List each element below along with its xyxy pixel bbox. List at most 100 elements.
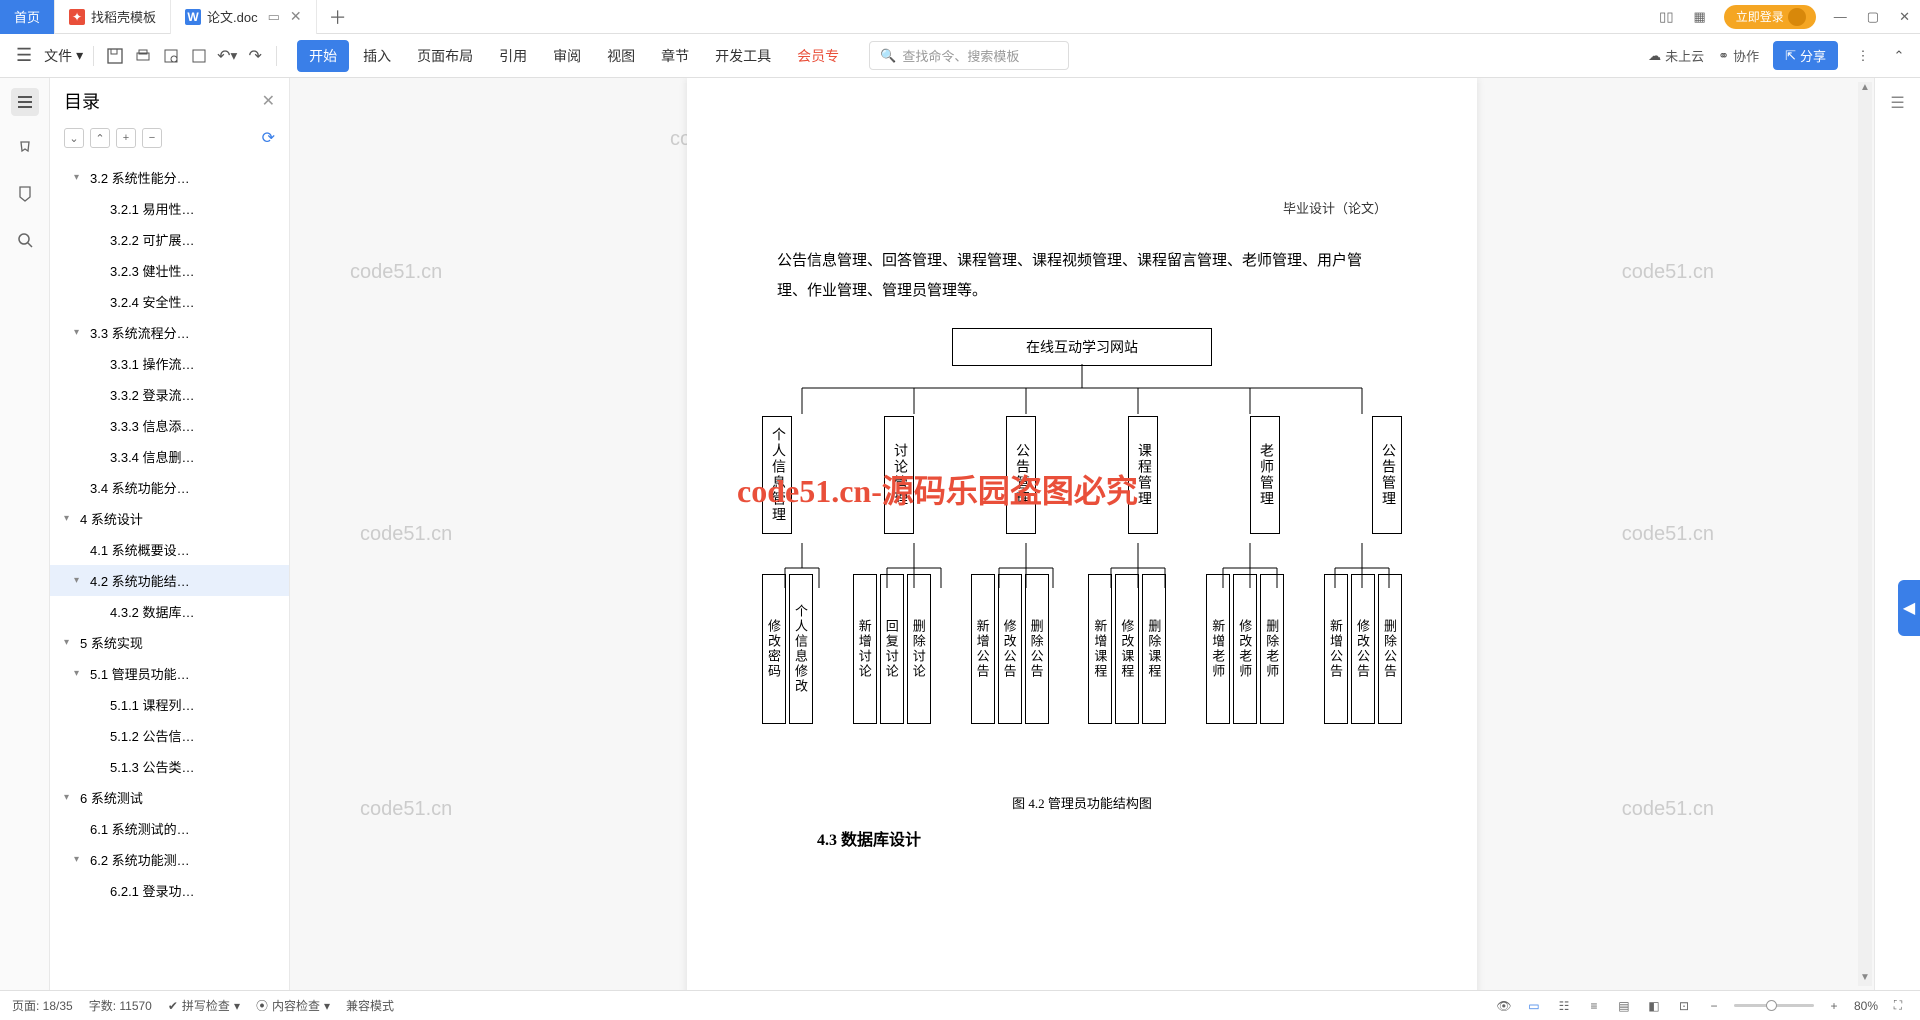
scroll-up-icon[interactable]: ▲ bbox=[1858, 82, 1872, 96]
tab-chapter[interactable]: 章节 bbox=[649, 40, 701, 72]
tree-item[interactable]: 3.2.3 健壮性… bbox=[50, 255, 289, 286]
outline-view-icon[interactable]: ≡ bbox=[1584, 996, 1604, 1016]
tab-insert[interactable]: 插入 bbox=[351, 40, 403, 72]
print-layout-icon[interactable]: ▭ bbox=[1524, 996, 1544, 1016]
page-indicator[interactable]: 页面: 18/35 bbox=[12, 997, 73, 1014]
tree-item[interactable]: 3.2.2 可扩展… bbox=[50, 224, 289, 255]
minimize-button[interactable]: — bbox=[1824, 0, 1857, 34]
fullscreen-icon[interactable]: ⛶ bbox=[1888, 996, 1908, 1016]
maximize-button[interactable]: ▢ bbox=[1857, 0, 1889, 34]
spellcheck-button[interactable]: ✔拼写检查 ▾ bbox=[168, 997, 240, 1014]
save-icon[interactable] bbox=[104, 45, 126, 67]
tab-member[interactable]: 会员专 bbox=[785, 40, 851, 72]
zoom-slider[interactable] bbox=[1734, 1004, 1814, 1007]
preview-icon[interactable] bbox=[160, 45, 182, 67]
tree-item[interactable]: ▾5.1 管理员功能… bbox=[50, 658, 289, 689]
web-layout-icon[interactable]: ☷ bbox=[1554, 996, 1574, 1016]
read-mode-icon[interactable]: 👁 bbox=[1494, 996, 1514, 1016]
login-button[interactable]: 立即登录 bbox=[1724, 5, 1816, 29]
tab-start[interactable]: 开始 bbox=[297, 40, 349, 72]
share-button[interactable]: ⇱分享 bbox=[1773, 41, 1838, 70]
more-icon[interactable]: ⋮ bbox=[1852, 45, 1874, 67]
right-panel-toggle-icon[interactable]: ☰ bbox=[1883, 88, 1913, 118]
tab-review[interactable]: 审阅 bbox=[541, 40, 593, 72]
close-button[interactable]: ✕ bbox=[1889, 0, 1920, 34]
tab-close-icon[interactable]: ✕ bbox=[290, 8, 302, 25]
tree-item[interactable]: ▾4 系统设计 bbox=[50, 503, 289, 534]
undo-icon[interactable]: ↶ ▾ bbox=[216, 45, 238, 67]
tree-item-label: 5.1 管理员功能… bbox=[90, 664, 190, 683]
apps-icon[interactable]: ▦ bbox=[1683, 0, 1715, 34]
tab-reference[interactable]: 引用 bbox=[487, 40, 539, 72]
tree-item[interactable]: 3.3.2 登录流… bbox=[50, 379, 289, 410]
tree-item[interactable]: 6.1 系统测试的… bbox=[50, 813, 289, 844]
tree-item[interactable]: ▾4.2 系统功能结… bbox=[50, 565, 289, 596]
collab-button[interactable]: ⚭协作 bbox=[1718, 46, 1759, 65]
reading-view-icon[interactable]: ◧ bbox=[1644, 996, 1664, 1016]
outline-collapse-down[interactable]: ⌄ bbox=[64, 128, 84, 148]
tree-item[interactable]: 5.1.3 公告类… bbox=[50, 751, 289, 782]
command-search[interactable]: 🔍 查找命令、搜索模板 bbox=[869, 41, 1069, 70]
zoom-fit-icon[interactable]: ⊡ bbox=[1674, 996, 1694, 1016]
vertical-scrollbar[interactable]: ▲ ▼ bbox=[1858, 82, 1872, 986]
draft-view-icon[interactable]: ▤ bbox=[1614, 996, 1634, 1016]
main-area: 目录 ✕ ⌄ ⌃ + − ⟳ ▾3.2 系统性能分…3.2.1 易用性…3.2.… bbox=[0, 78, 1920, 990]
zoom-thumb[interactable] bbox=[1766, 1000, 1777, 1011]
redo-icon[interactable]: ↷ bbox=[244, 45, 266, 67]
outline-close-icon[interactable]: ✕ bbox=[262, 91, 275, 111]
tree-item[interactable]: 5.1.1 课程列… bbox=[50, 689, 289, 720]
hamburger-icon[interactable]: ☰ bbox=[10, 45, 38, 66]
cut-icon[interactable] bbox=[188, 45, 210, 67]
tree-item[interactable]: ▾3.2 系统性能分… bbox=[50, 162, 289, 193]
chart-mid-box: 老师管理 bbox=[1250, 416, 1280, 534]
outline-add[interactable]: + bbox=[116, 128, 136, 148]
spellcheck-label: 拼写检查 bbox=[182, 997, 230, 1014]
tab-view[interactable]: 视图 bbox=[595, 40, 647, 72]
compat-mode[interactable]: 兼容模式 bbox=[346, 997, 394, 1014]
word-count[interactable]: 字数: 11570 bbox=[89, 997, 152, 1014]
layout-icon[interactable]: ▯▯ bbox=[1649, 0, 1683, 34]
tab-window-icon[interactable]: ▭ bbox=[268, 9, 280, 25]
nav-bookmark-icon[interactable] bbox=[11, 134, 39, 162]
tree-item[interactable]: 3.3.4 信息删… bbox=[50, 441, 289, 472]
tree-item-label: 6 系统测试 bbox=[80, 788, 143, 807]
nav-ribbon-icon[interactable] bbox=[11, 180, 39, 208]
edge-feedback-tab[interactable]: ◀ bbox=[1898, 580, 1920, 636]
outline-expand-up[interactable]: ⌃ bbox=[90, 128, 110, 148]
outline-remove[interactable]: − bbox=[142, 128, 162, 148]
zoom-value[interactable]: 80% bbox=[1854, 999, 1878, 1013]
tree-item[interactable]: 5.1.2 公告信… bbox=[50, 720, 289, 751]
tree-item[interactable]: 4.3.2 数据库… bbox=[50, 596, 289, 627]
scroll-down-icon[interactable]: ▼ bbox=[1858, 972, 1872, 986]
tree-item[interactable]: ▾6.2 系统功能测… bbox=[50, 844, 289, 875]
nav-search-icon[interactable] bbox=[11, 226, 39, 254]
tree-item[interactable]: ▾3.3 系统流程分… bbox=[50, 317, 289, 348]
tab-home[interactable]: 首页 bbox=[0, 0, 55, 34]
print-icon[interactable] bbox=[132, 45, 154, 67]
tab-template[interactable]: ✦ 找稻壳模板 bbox=[55, 0, 171, 34]
tree-item[interactable]: ▾6 系统测试 bbox=[50, 782, 289, 813]
cloud-status[interactable]: ☁未上云 bbox=[1648, 46, 1704, 65]
watermark: code51.cn bbox=[360, 523, 452, 546]
tree-item[interactable]: 4.1 系统概要设… bbox=[50, 534, 289, 565]
tab-document[interactable]: W 论文.doc ▭ ✕ bbox=[171, 0, 317, 34]
outline-sync-icon[interactable]: ⟳ bbox=[262, 128, 275, 148]
tree-item[interactable]: 3.2.1 易用性… bbox=[50, 193, 289, 224]
nav-outline-icon[interactable] bbox=[11, 88, 39, 116]
tab-devtools[interactable]: 开发工具 bbox=[703, 40, 783, 72]
add-tab-button[interactable]: ＋ bbox=[317, 4, 359, 30]
zoom-in-icon[interactable]: + bbox=[1824, 996, 1844, 1016]
outline-tree[interactable]: ▾3.2 系统性能分…3.2.1 易用性…3.2.2 可扩展…3.2.3 健壮性… bbox=[50, 158, 289, 990]
zoom-out-icon[interactable]: − bbox=[1704, 996, 1724, 1016]
tree-item[interactable]: 3.4 系统功能分… bbox=[50, 472, 289, 503]
file-menu[interactable]: 文件 ▾ bbox=[44, 46, 83, 66]
tree-item[interactable]: 3.3.3 信息添… bbox=[50, 410, 289, 441]
content-check-button[interactable]: ⦿内容检查 ▾ bbox=[256, 997, 330, 1014]
tree-item[interactable]: 3.3.1 操作流… bbox=[50, 348, 289, 379]
document-canvas[interactable]: code51.cn code51.cn code51.cn code51.cn … bbox=[290, 78, 1874, 990]
tree-item[interactable]: 3.2.4 安全性… bbox=[50, 286, 289, 317]
collapse-ribbon-icon[interactable]: ⌃ bbox=[1888, 45, 1910, 67]
tree-item[interactable]: ▾5 系统实现 bbox=[50, 627, 289, 658]
tree-item[interactable]: 6.2.1 登录功… bbox=[50, 875, 289, 906]
tab-layout[interactable]: 页面布局 bbox=[405, 40, 485, 72]
